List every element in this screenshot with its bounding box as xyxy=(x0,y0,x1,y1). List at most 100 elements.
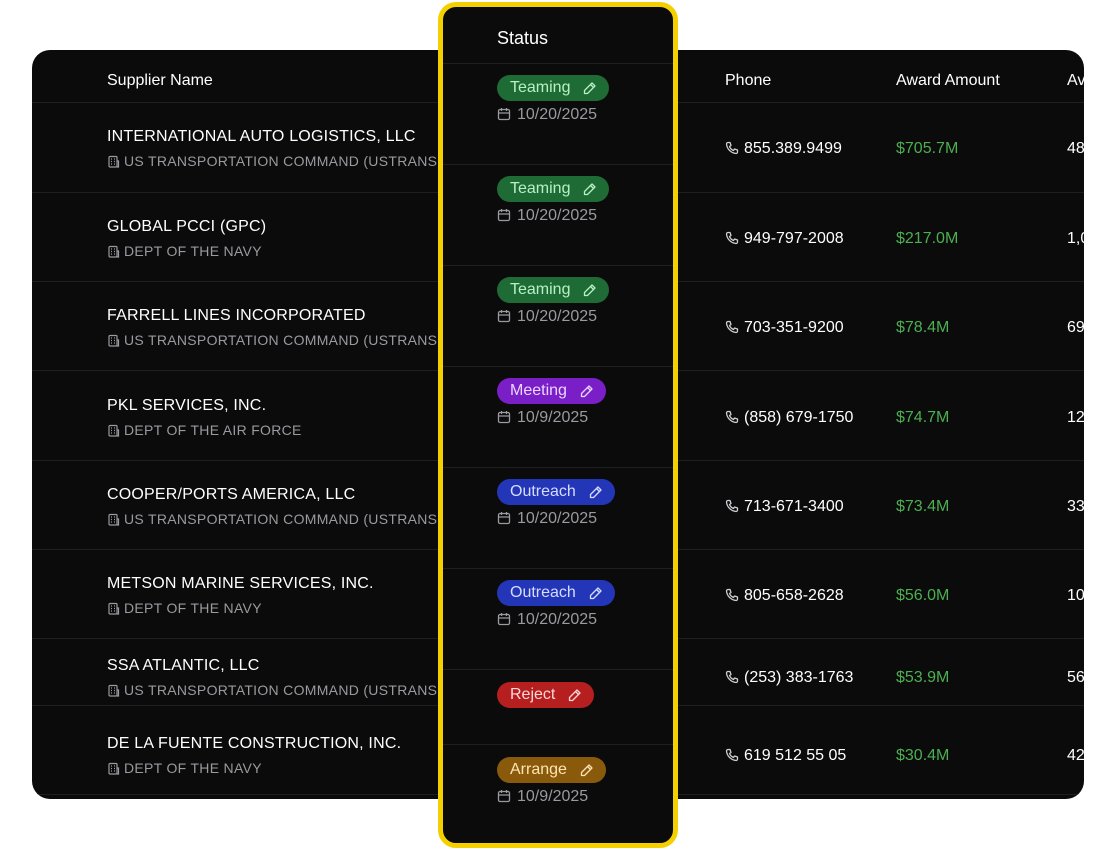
phone-cell[interactable]: (858) 679-1750 xyxy=(725,409,853,427)
award-amount: $30.4M xyxy=(896,747,950,764)
agency-name: US TRANSPORTATION COMMAND (USTRANSC xyxy=(107,682,448,698)
supplier-name[interactable]: SSA ATLANTIC, LLC xyxy=(107,657,260,675)
agency-name: US TRANSPORTATION COMMAND (USTRANSC xyxy=(107,153,448,169)
supplier-name[interactable]: COOPER/PORTS AMERICA, LLC xyxy=(107,486,355,504)
phone-number: (858) 679-1750 xyxy=(744,409,854,426)
status-badge-teaming[interactable]: Teaming xyxy=(497,75,610,101)
agency-label: US TRANSPORTATION COMMAND (USTRANSC xyxy=(124,153,448,169)
phone-cell[interactable]: 855.389.9499 xyxy=(725,140,842,158)
pencil-icon[interactable] xyxy=(582,586,603,601)
award-amount: $78.4M xyxy=(896,319,950,336)
status-date-value: 10/20/2025 xyxy=(517,207,598,224)
status-badge-teaming[interactable]: Teaming xyxy=(497,176,610,202)
header-next-column[interactable]: Av xyxy=(1067,72,1084,90)
phone-icon xyxy=(725,230,744,247)
status-label: Outreach xyxy=(510,483,576,500)
phone-icon xyxy=(725,140,744,157)
next-column-value: 10 xyxy=(1067,587,1084,604)
header-supplier-name[interactable]: Supplier Name xyxy=(107,72,213,90)
next-column-value: 1,0 xyxy=(1067,230,1084,247)
status-date: 10/20/2025 xyxy=(497,207,597,225)
building-icon xyxy=(107,511,124,527)
phone-cell[interactable]: 949-797-2008 xyxy=(725,230,844,248)
supplier-name[interactable]: GLOBAL PCCI (GPC) xyxy=(107,218,266,236)
agency-name: DEPT OF THE NAVY xyxy=(107,243,262,259)
status-badge-arrange[interactable]: Arrange xyxy=(497,757,606,783)
status-divider xyxy=(443,366,673,367)
status-date-value: 10/20/2025 xyxy=(517,106,598,123)
calendar-icon xyxy=(497,409,517,426)
phone-number: 805-658-2628 xyxy=(744,587,844,604)
pencil-icon[interactable] xyxy=(582,485,603,500)
header-award-amount[interactable]: Award Amount xyxy=(896,72,1000,90)
status-column-highlight: Status Teaming 10/20/2025 Teaming 10/20/202… xyxy=(438,2,678,848)
agency-label: DEPT OF THE NAVY xyxy=(124,243,262,259)
phone-number: 855.389.9499 xyxy=(744,140,842,157)
phone-number: 949-797-2008 xyxy=(744,230,844,247)
award-amount: $56.0M xyxy=(896,587,950,604)
phone-cell[interactable]: 805-658-2628 xyxy=(725,587,844,605)
status-badge-teaming[interactable]: Teaming xyxy=(497,277,610,303)
pencil-icon[interactable] xyxy=(561,688,582,703)
phone-number: 703-351-9200 xyxy=(744,319,844,336)
award-amount: $705.7M xyxy=(896,140,959,157)
status-date: 10/20/2025 xyxy=(497,308,597,326)
pencil-icon[interactable] xyxy=(576,182,597,197)
phone-number: 619 512 55 05 xyxy=(744,747,847,764)
agency-name: DEPT OF THE NAVY xyxy=(107,600,262,616)
agency-label: US TRANSPORTATION COMMAND (USTRANSC xyxy=(124,332,448,348)
next-column-value: 56 xyxy=(1067,669,1084,686)
status-date-value: 10/9/2025 xyxy=(517,788,589,805)
status-divider xyxy=(443,568,673,569)
phone-icon xyxy=(725,587,744,604)
supplier-name[interactable]: DE LA FUENTE CONSTRUCTION, INC. xyxy=(107,735,401,753)
pencil-icon[interactable] xyxy=(576,81,597,96)
supplier-name[interactable]: PKL SERVICES, INC. xyxy=(107,397,266,415)
building-icon xyxy=(107,153,124,169)
agency-name: US TRANSPORTATION COMMAND (USTRANSC xyxy=(107,511,448,527)
award-amount: $53.9M xyxy=(896,669,950,686)
pencil-icon[interactable] xyxy=(573,384,594,399)
building-icon xyxy=(107,682,124,698)
status-label: Outreach xyxy=(510,584,576,601)
phone-icon xyxy=(725,498,744,515)
phone-number: 713-671-3400 xyxy=(744,498,844,515)
phone-icon xyxy=(725,747,744,764)
calendar-icon xyxy=(497,207,517,224)
agency-name: US TRANSPORTATION COMMAND (USTRANSC xyxy=(107,332,448,348)
status-date: 10/20/2025 xyxy=(497,611,597,629)
calendar-icon xyxy=(497,788,517,805)
pencil-icon[interactable] xyxy=(573,763,594,778)
agency-label: DEPT OF THE NAVY xyxy=(124,760,262,776)
status-divider xyxy=(443,669,673,670)
phone-cell[interactable]: 619 512 55 05 xyxy=(725,747,846,765)
status-badge-outreach[interactable]: Outreach xyxy=(497,580,615,606)
status-date-value: 10/9/2025 xyxy=(517,409,589,426)
supplier-name[interactable]: INTERNATIONAL AUTO LOGISTICS, LLC xyxy=(107,128,416,146)
supplier-name[interactable]: METSON MARINE SERVICES, INC. xyxy=(107,575,374,593)
agency-label: US TRANSPORTATION COMMAND (USTRANSC xyxy=(124,511,448,527)
agency-label: DEPT OF THE NAVY xyxy=(124,600,262,616)
agency-name: DEPT OF THE NAVY xyxy=(107,760,262,776)
status-divider xyxy=(443,265,673,266)
building-icon xyxy=(107,243,124,259)
status-date-value: 10/20/2025 xyxy=(517,308,598,325)
next-column-value: 12 xyxy=(1067,409,1084,426)
phone-cell[interactable]: 713-671-3400 xyxy=(725,498,844,516)
next-column-value: 33 xyxy=(1067,498,1084,515)
status-header[interactable]: Status xyxy=(497,28,548,49)
phone-cell[interactable]: 703-351-9200 xyxy=(725,319,844,337)
supplier-name[interactable]: FARRELL LINES INCORPORATED xyxy=(107,307,366,325)
status-date: 10/20/2025 xyxy=(497,106,597,124)
award-amount: $217.0M xyxy=(896,230,959,247)
status-badge-meeting[interactable]: Meeting xyxy=(497,378,606,404)
header-phone[interactable]: Phone xyxy=(725,72,771,90)
status-date-value: 10/20/2025 xyxy=(517,611,598,628)
phone-number: (253) 383-1763 xyxy=(744,669,854,686)
status-badge-outreach[interactable]: Outreach xyxy=(497,479,615,505)
status-divider xyxy=(443,63,673,64)
status-badge-reject[interactable]: Reject xyxy=(497,682,595,708)
pencil-icon[interactable] xyxy=(576,283,597,298)
status-divider xyxy=(443,467,673,468)
phone-cell[interactable]: (253) 383-1763 xyxy=(725,669,853,687)
